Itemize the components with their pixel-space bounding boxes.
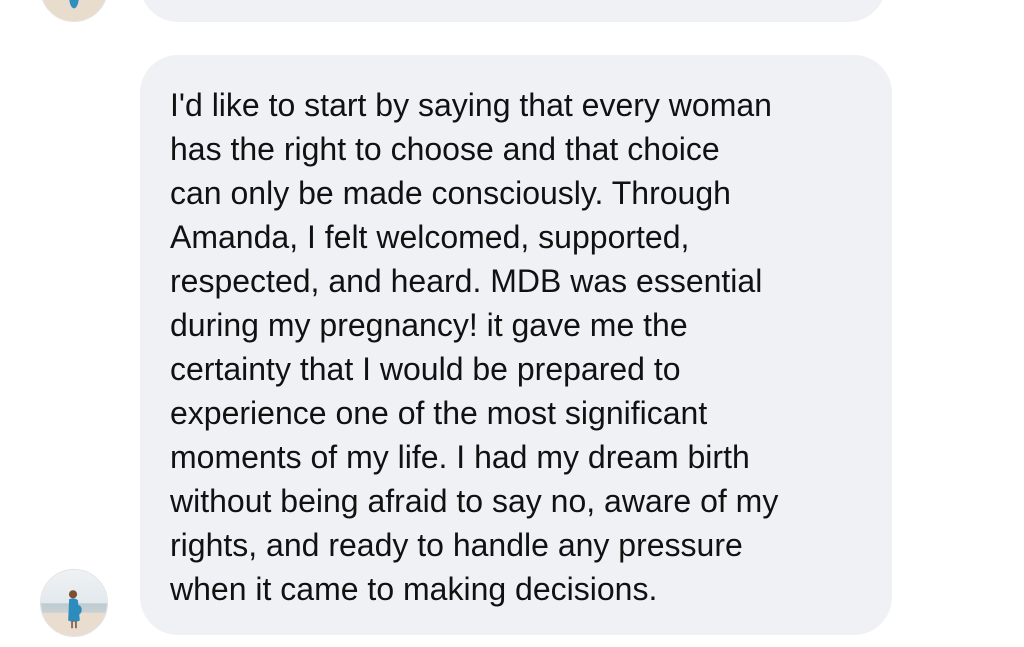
message-bubble[interactable]: I'd like to start by saying that every w… (140, 55, 892, 635)
previous-message-bubble[interactable] (140, 0, 886, 22)
message-line: Amanda, I felt welcomed, supported, (170, 219, 690, 255)
message-text: I'd like to start by saying that every w… (170, 83, 868, 611)
message-line: I'd like to start by saying that every w… (170, 87, 772, 123)
chat-screen: I'd like to start by saying that every w… (0, 0, 1024, 647)
message-line: has the right to choose and that choice (170, 131, 720, 167)
user-avatar-icon (41, 570, 107, 636)
message-line: experience one of the most significant (170, 395, 708, 431)
message-line: can only be made consciously. Through (170, 175, 731, 211)
contact-avatar[interactable] (40, 569, 108, 637)
user-avatar-icon (41, 0, 107, 21)
message-line: certainty that I would be prepared to (170, 351, 681, 387)
message-line: rights, and ready to handle any pressure (170, 527, 743, 563)
message-line: without being afraid to say no, aware of… (170, 483, 779, 519)
message-line: moments of my life. I had my dream birth (170, 439, 750, 475)
message-line: respected, and heard. MDB was essential (170, 263, 763, 299)
message-line: during my pregnancy! it gave me the (170, 307, 688, 343)
message-line: when it came to making decisions. (170, 571, 658, 607)
contact-avatar-previous[interactable] (40, 0, 108, 22)
